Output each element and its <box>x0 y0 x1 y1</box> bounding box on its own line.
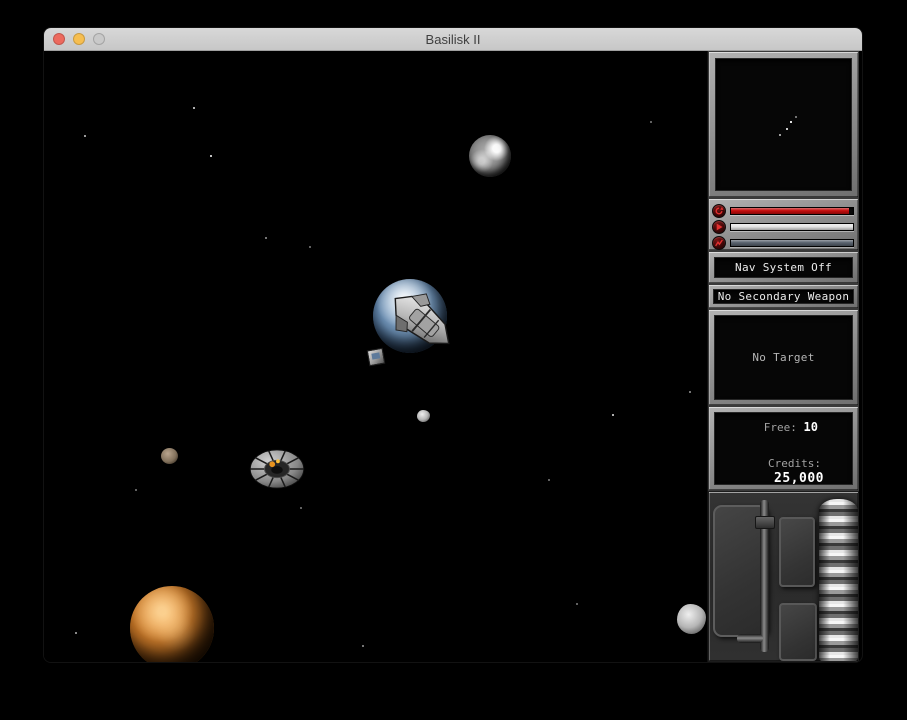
nav-status-text: Nav System Off <box>735 261 832 274</box>
nav-status-screen: Nav System Off <box>714 257 853 278</box>
basilisk-window: Basilisk II <box>44 28 862 662</box>
shield-bar <box>730 207 854 215</box>
hud-sidebar: Nav System Off No Secondary Weapon No Ta… <box>707 51 858 662</box>
radar-contact <box>779 134 781 136</box>
armor-bar <box>730 223 854 231</box>
credits-label: Credits: <box>768 457 821 470</box>
star <box>612 414 614 416</box>
radar-contact <box>795 116 797 118</box>
cargo-credits-panel: Free: 10 Credits: 25,000 <box>708 406 859 491</box>
fuel-icon[interactable] <box>712 236 726 250</box>
star <box>309 246 311 248</box>
hull-texture <box>708 491 859 662</box>
radar-panel <box>708 51 859 198</box>
game-screen: Nav System Off No Secondary Weapon No Ta… <box>44 51 862 662</box>
star <box>300 507 302 509</box>
target-status-text: No Target <box>752 351 814 364</box>
asteroid-edge[interactable] <box>677 604 706 634</box>
armor-bar-row <box>712 219 854 235</box>
moon-gray[interactable] <box>469 135 511 177</box>
zoom-button[interactable] <box>93 33 105 45</box>
armor-icon[interactable] <box>712 220 726 234</box>
desktop: Basilisk II <box>0 0 907 720</box>
star <box>576 603 578 605</box>
player-ship[interactable] <box>379 288 465 354</box>
titlebar[interactable]: Basilisk II <box>44 28 862 51</box>
star <box>362 645 364 647</box>
hull-plate-lower <box>779 603 817 661</box>
hull-ribbed-cylinder <box>819 499 858 662</box>
secondary-weapon-screen: No Secondary Weapon <box>713 289 854 304</box>
target-panel: No Target <box>708 309 859 406</box>
star <box>548 479 550 481</box>
space-viewport[interactable] <box>44 51 707 662</box>
hull-plate-upper <box>779 517 815 587</box>
shield-bar-row <box>712 203 854 219</box>
bar-fill-shield <box>731 208 849 214</box>
traffic-lights <box>53 33 105 45</box>
radar-contact <box>790 121 792 123</box>
radar-screen <box>715 58 852 191</box>
shield-recharge-icon[interactable] <box>712 204 726 218</box>
bar-fill-armor <box>731 224 853 230</box>
star <box>84 135 86 137</box>
hull-pipe-elbow <box>755 516 775 529</box>
cargo-box[interactable] <box>367 348 386 367</box>
window-title: Basilisk II <box>426 32 481 47</box>
cargo-free-line: Free: 10 <box>764 420 818 434</box>
status-bars-panel <box>708 198 859 251</box>
star <box>193 107 195 109</box>
radar-contact <box>786 128 788 130</box>
star <box>650 121 652 123</box>
planet-orange[interactable] <box>130 586 214 662</box>
star <box>75 632 77 634</box>
moon-brown[interactable] <box>161 448 178 464</box>
fuel-bar <box>730 239 854 247</box>
minimize-button[interactable] <box>73 33 85 45</box>
secondary-weapon-text: No Secondary Weapon <box>718 290 850 303</box>
credits-value: 25,000 <box>774 471 824 485</box>
star <box>135 489 137 491</box>
hull-pipe-horizontal <box>737 634 763 643</box>
cargo-free-label: Free: <box>764 421 797 434</box>
cargo-credits-screen: Free: 10 Credits: 25,000 <box>714 412 853 485</box>
bar-fill-fuel <box>731 240 853 246</box>
star <box>689 391 691 393</box>
cargo-free-value: 10 <box>804 420 818 434</box>
secondary-weapon-panel: No Secondary Weapon <box>708 284 859 309</box>
nav-status-panel: Nav System Off <box>708 251 859 284</box>
star <box>265 237 267 239</box>
fuel-bar-row <box>712 235 854 251</box>
star <box>210 155 212 157</box>
target-screen: No Target <box>714 315 853 400</box>
station[interactable] <box>248 447 306 491</box>
asteroid-small[interactable] <box>417 410 430 422</box>
close-button[interactable] <box>53 33 65 45</box>
